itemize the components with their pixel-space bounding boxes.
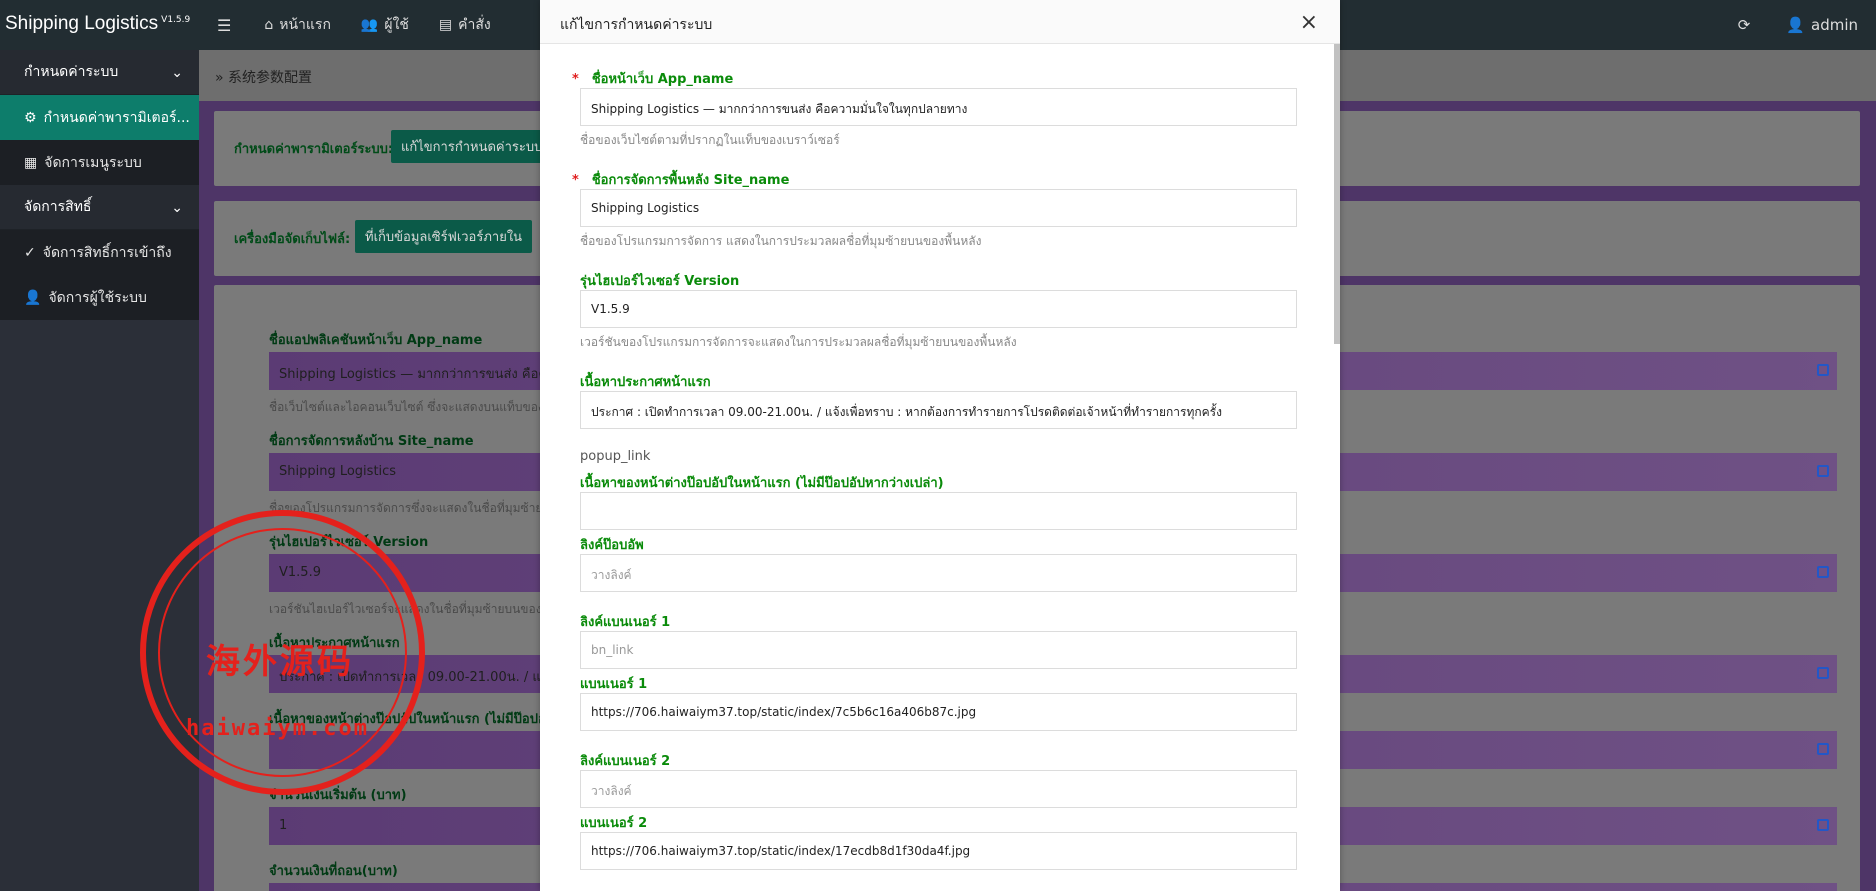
- table-icon: ▦: [24, 154, 38, 171]
- user-icon: 👤: [24, 289, 42, 306]
- app-logo[interactable]: Shipping Logistics V1.5.9: [0, 0, 199, 50]
- modal-field-label: แบนเนอร์ 1: [580, 677, 648, 692]
- modal-field-label-text: ชื่อหน้าเว็บ App_name: [591, 72, 734, 87]
- sidebar-item-parameters[interactable]: ⚙ กำหนดค่าพารามิเตอร์...: [0, 95, 199, 140]
- sidebar-group-label: จัดการสิทธิ์: [24, 199, 92, 215]
- app-version: V1.5.9: [161, 15, 191, 25]
- copy-icon[interactable]: [1817, 743, 1829, 755]
- copy-icon[interactable]: [1817, 364, 1829, 376]
- sidebar: กำหนดค่าระบบ ⌄ ⚙ กำหนดค่าพารามิเตอร์... …: [0, 50, 199, 891]
- refresh-icon: ⟳: [1737, 16, 1751, 34]
- breadcrumb-label: 系统参数配置: [228, 70, 313, 86]
- field-label: จำนวนเงินที่ถอน(บาท): [269, 864, 398, 879]
- copy-icon[interactable]: [1817, 465, 1829, 477]
- watermark-center-text: 海外源码: [206, 642, 354, 682]
- version-input[interactable]: V1.5.9: [580, 290, 1297, 328]
- popup-link-key: popup_link: [580, 449, 651, 464]
- field-value: Shipping Logistics: [279, 464, 397, 479]
- watermark-stamp: 海外源码 haiwaiym.com: [140, 510, 425, 795]
- user-name: admin: [1811, 16, 1858, 34]
- popup-content-input[interactable]: [580, 492, 1297, 530]
- modal-title: แก้ไขการกำหนดค่าระบบ: [560, 17, 713, 33]
- modal-field-help: ชื่อของเว็บไซต์ตามที่ปรากฏในแท็บของเบราว…: [580, 133, 840, 147]
- close-icon[interactable]: ×: [1300, 10, 1318, 35]
- required-marker: *: [572, 173, 579, 188]
- chevron-down-icon: ⌄: [171, 65, 183, 81]
- nav-orders[interactable]: ▤ คำสั่ง: [424, 0, 506, 50]
- modal-field-label: เนื้อหาประกาศหน้าแรก: [580, 375, 711, 390]
- sidebar-item-label: กำหนดค่าพารามิเตอร์...: [43, 109, 190, 126]
- document-icon: ▤: [438, 17, 453, 33]
- app-name-input[interactable]: Shipping Logistics — มากกว่าการขนส่ง คือ…: [580, 88, 1297, 126]
- modal-field-label: * ชื่อการจัดการพื้นหลัง Site_name: [572, 169, 790, 190]
- modal-field-label-text: ชื่อการจัดการพื้นหลัง Site_name: [591, 173, 790, 188]
- top-right-tools: ⟳ 👤 admin: [1720, 0, 1876, 50]
- modal-field-label: ลิงค์แบนเนอร์ 1: [580, 615, 671, 630]
- check-circle-icon: ✓: [24, 244, 36, 261]
- banner1-input[interactable]: https://706.haiwaiym37.top/static/index/…: [580, 693, 1297, 731]
- nav-home-label: หน้าแรก: [279, 17, 331, 33]
- modal-field-label: รุ่นไฮเปอร์ไวเซอร์ Version: [580, 274, 740, 289]
- modal-field-help: ชื่อของโปรแกรมการจัดการ แสดงในการประมวลผ…: [580, 234, 982, 248]
- hamburger-icon: ☰: [217, 15, 232, 35]
- sidebar-toggle-button[interactable]: ☰: [199, 0, 249, 50]
- nav-users[interactable]: 👥 ผู้ใช้: [346, 0, 424, 50]
- edit-config-button[interactable]: แก้ไขการกำหนดค่าระบบ: [391, 130, 553, 163]
- field-help: ชื่อเว็บไซต์และไอคอนเว็บไซต์ ซึ่งจะแสดงบ…: [269, 400, 569, 414]
- refresh-button[interactable]: ⟳: [1720, 0, 1769, 50]
- users-icon: 👥: [360, 17, 379, 33]
- sidebar-item-label: จัดการเมนูระบบ: [44, 154, 142, 171]
- edit-config-modal: แก้ไขการกำหนดค่าระบบ × * ชื่อหน้าเว็บ App…: [540, 0, 1340, 891]
- breadcrumb-arrow-icon: »: [215, 70, 224, 86]
- user-menu[interactable]: 👤 admin: [1768, 0, 1876, 50]
- modal-header: แก้ไขการกำหนดค่าระบบ ×: [540, 0, 1340, 44]
- field-label: ชื่อการจัดการหลังบ้าน Site_name: [269, 434, 474, 449]
- nav-home[interactable]: ⌂ หน้าแรก: [249, 0, 346, 50]
- sidebar-item-access-rights[interactable]: ✓ จัดการสิทธิ์การเข้าถึง: [0, 230, 199, 275]
- modal-field-help: เวอร์ชันของโปรแกรมการจัดการจะแสดงในการปร…: [580, 335, 1017, 349]
- nav-orders-label: คำสั่ง: [458, 17, 491, 33]
- modal-field-label: เนื้อหาของหน้าต่างป๊อปอัปในหน้าแรก (ไม่ม…: [580, 476, 944, 491]
- home-icon: ⌂: [264, 17, 274, 33]
- app-name: Shipping Logistics: [5, 13, 159, 34]
- gear-icon: ⚙: [24, 109, 37, 126]
- modal-field-label: ลิงค์แบนเนอร์ 2: [580, 754, 671, 769]
- required-marker: *: [572, 72, 579, 87]
- modal-scrollbar[interactable]: [1334, 44, 1340, 344]
- local-storage-button[interactable]: ที่เก็บข้อมูลเซิร์ฟเวอร์ภายใน: [355, 220, 533, 253]
- param-label: กำหนดค่าพารามิเตอร์ระบบ:: [234, 142, 394, 157]
- chevron-down-icon: ⌄: [171, 200, 183, 216]
- nav-users-label: ผู้ใช้: [384, 17, 409, 33]
- site-name-input[interactable]: Shipping Logistics: [580, 189, 1297, 227]
- top-nav: ☰ ⌂ หน้าแรก 👥 ผู้ใช้ ▤ คำสั่ง: [199, 0, 506, 50]
- field-label: ชื่อแอปพลิเคชันหน้าเว็บ App_name: [269, 333, 483, 348]
- sidebar-item-label: จัดการผู้ใช้ระบบ: [48, 289, 147, 306]
- sidebar-group-permissions[interactable]: จัดการสิทธิ์ ⌄: [0, 185, 199, 230]
- sidebar-item-menu-management[interactable]: ▦ จัดการเมนูระบบ: [0, 140, 199, 185]
- banner2-input[interactable]: https://706.haiwaiym37.top/static/index/…: [580, 832, 1297, 870]
- banner1-link-input[interactable]: bn_link: [580, 631, 1297, 669]
- announcement-input[interactable]: ประกาศ : เปิดทำการเวลา 09.00-21.00น. / แ…: [580, 391, 1297, 429]
- copy-icon[interactable]: [1817, 667, 1829, 679]
- sidebar-item-label: จัดการสิทธิ์การเข้าถึง: [42, 244, 172, 261]
- modal-field-label: ลิงค์ป๊อบอัพ: [580, 538, 644, 553]
- watermark-bottom-text: haiwaiym.com: [186, 716, 369, 741]
- copy-icon[interactable]: [1817, 566, 1829, 578]
- modal-field-label: * ชื่อหน้าเว็บ App_name: [572, 68, 734, 89]
- file-tool-label: เครื่องมือจัดเก็บไฟล์:: [234, 232, 351, 247]
- popup-link-input[interactable]: วางลิงค์: [580, 554, 1297, 592]
- modal-field-label: แบนเนอร์ 2: [580, 816, 648, 831]
- sidebar-item-system-users[interactable]: 👤 จัดการผู้ใช้ระบบ: [0, 275, 199, 320]
- user-icon: 👤: [1786, 16, 1805, 34]
- field-value: 1: [279, 818, 288, 833]
- copy-icon[interactable]: [1817, 819, 1829, 831]
- banner2-link-input[interactable]: วางลิงค์: [580, 770, 1297, 808]
- sidebar-group-label: กำหนดค่าระบบ: [24, 64, 119, 80]
- sidebar-group-system-config[interactable]: กำหนดค่าระบบ ⌄: [0, 50, 199, 95]
